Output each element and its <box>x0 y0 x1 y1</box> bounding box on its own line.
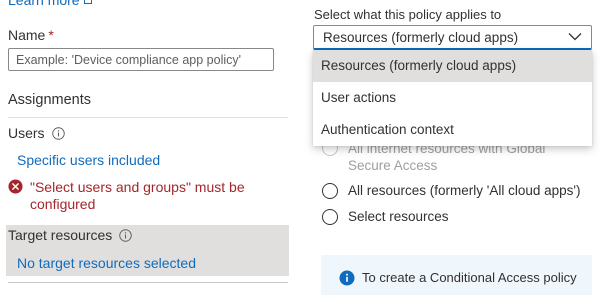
applies-to-menu: Resources (formerly cloud apps) User act… <box>313 50 592 146</box>
radio-all-resources[interactable] <box>322 183 338 199</box>
info-message-text: To create a Conditional Access policy <box>362 270 577 285</box>
users-label: Users <box>8 125 65 141</box>
radio-select-resources-label: Select resources <box>348 209 449 224</box>
learn-more-link[interactable]: Learn more <box>8 0 92 8</box>
external-link-icon <box>83 0 92 4</box>
info-icon[interactable] <box>119 229 133 242</box>
chevron-down-icon <box>568 33 582 41</box>
target-resources-link[interactable]: No target resources selected <box>17 255 196 271</box>
applies-to-dropdown[interactable]: Resources (formerly cloud apps) <box>313 25 592 50</box>
menu-item-resources[interactable]: Resources (formerly cloud apps) <box>313 50 592 82</box>
assignments-heading: Assignments <box>8 92 92 108</box>
applies-to-selected-value: Resources (formerly cloud apps) <box>323 30 519 45</box>
info-icon[interactable] <box>51 127 65 140</box>
applies-to-label: Select what this policy applies to <box>314 7 502 22</box>
policy-name-input[interactable] <box>8 48 274 71</box>
required-marker: * <box>48 27 54 43</box>
menu-item-authentication-context[interactable]: Authentication context <box>313 114 592 146</box>
target-resources-label: Target resources <box>8 227 133 243</box>
divider <box>8 117 288 118</box>
info-icon <box>339 270 355 286</box>
error-icon <box>8 179 23 194</box>
menu-item-user-actions[interactable]: User actions <box>313 82 592 114</box>
radio-all-resources-label: All resources (formerly 'All cloud apps'… <box>348 183 581 198</box>
name-label: Name * <box>8 27 54 43</box>
divider <box>8 282 288 283</box>
users-selection-link[interactable]: Specific users included <box>17 152 160 168</box>
radio-select-resources[interactable] <box>322 209 338 225</box>
error-message: "Select users and groups" must be config… <box>30 179 245 212</box>
